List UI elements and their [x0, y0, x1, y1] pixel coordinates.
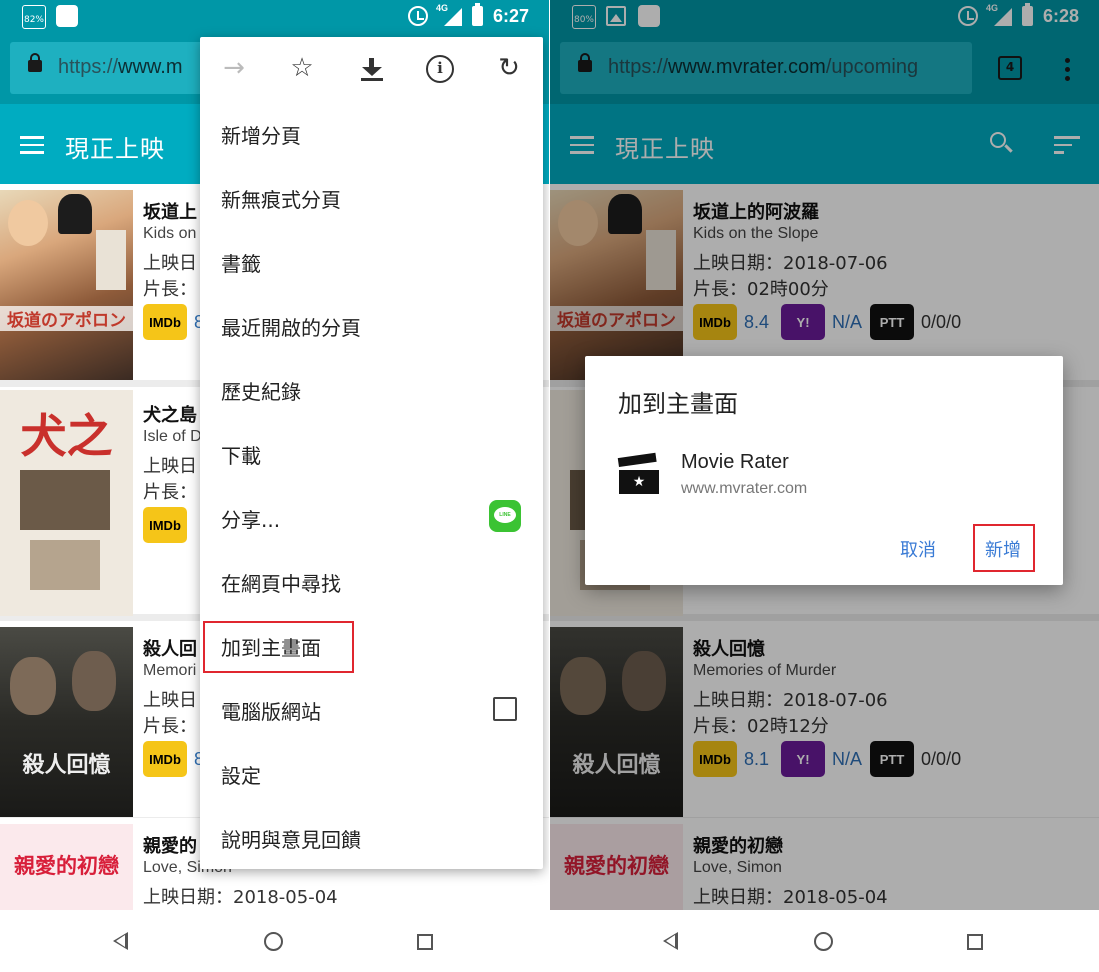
release-date: 上映日期：2018-05-04 — [143, 887, 338, 908]
back-icon[interactable] — [663, 932, 678, 950]
home-icon[interactable] — [814, 932, 833, 951]
menu-item-label: 歷史紀錄 — [221, 380, 301, 404]
movie-title: 犬之島 — [143, 405, 197, 426]
movie-poster: 殺人回憶 — [0, 627, 133, 817]
menu-item-label: 在網頁中尋找 — [221, 572, 341, 596]
menu-item-settings[interactable]: 設定 — [200, 741, 543, 805]
menu-item-label: 下載 — [221, 444, 261, 468]
menu-item-desktop-site[interactable]: 電腦版網站 — [200, 677, 543, 741]
menu-item-downloads[interactable]: 下載 — [200, 421, 543, 485]
reload-icon[interactable]: ↻ — [495, 55, 523, 83]
menu-item-label: 電腦版網站 — [221, 700, 321, 724]
menu-item-bookmarks[interactable]: 書籤 — [200, 229, 543, 293]
movie-english-title: Kids on — [143, 225, 197, 242]
release-date: 上映日 — [143, 690, 197, 711]
battery-icon — [471, 3, 483, 26]
recents-icon[interactable] — [417, 934, 433, 950]
url-scheme: https:// — [58, 56, 119, 78]
movie-poster: 坂道のアポロン — [0, 190, 133, 380]
highlight-box — [203, 621, 354, 673]
add-button[interactable]: 新增 — [985, 536, 1021, 562]
ratings-row: IMDb 8 — [143, 304, 204, 340]
battery-percent: 82% — [23, 15, 44, 25]
menu-item-help-feedback[interactable]: 說明與意見回饋 — [200, 805, 543, 869]
status-bar: 82% 4G 6:27 — [0, 0, 549, 32]
menu-icon[interactable] — [20, 136, 44, 154]
menu-item-label: 新無痕式分頁 — [221, 188, 341, 212]
menu-item-label: 新增分頁 — [221, 124, 301, 148]
runtime: 片長： — [143, 482, 197, 503]
menu-icon-row: → ☆ i ↻ — [200, 37, 543, 101]
left-screen: 82% 4G 6:27 https://www.m 現正上映 坂道のアポロン 坂… — [0, 0, 549, 972]
dialog-title: 加到主畫面 — [618, 390, 738, 418]
home-icon[interactable] — [264, 932, 283, 951]
movie-english-title: Isle of D — [143, 428, 202, 445]
poster-title: 殺人回憶 — [22, 752, 111, 778]
signal-icon: 4G — [435, 3, 462, 26]
runtime: 片長： — [143, 279, 197, 300]
movie-poster: 犬之島 — [0, 390, 133, 616]
release-date: 上映日 — [143, 456, 197, 477]
movie-title: 坂道上 — [143, 202, 197, 223]
back-icon[interactable] — [113, 932, 128, 950]
movie-title: 親愛的 — [143, 836, 197, 857]
page-title: 現正上映 — [65, 135, 165, 163]
status-right: 4G 6:27 — [407, 3, 529, 28]
imdb-badge: IMDb — [143, 741, 187, 777]
movie-poster: 親愛的初戀 — [0, 824, 133, 910]
url-text: https://www.m — [58, 56, 182, 79]
desktop-site-checkbox[interactable] — [493, 697, 517, 721]
ratings-row: IMDb — [143, 507, 187, 543]
info-icon[interactable]: i — [426, 55, 454, 83]
menu-item-history[interactable]: 歷史紀錄 — [200, 357, 543, 421]
ratings-row: IMDb 8 — [143, 741, 204, 777]
line-app-icon[interactable]: LINE — [489, 500, 521, 532]
menu-item-label: 書籤 — [221, 252, 261, 276]
browser-overflow-menu: → ☆ i ↻ 新增分頁 新無痕式分頁 書籤 最近開啟的分頁 歷史紀錄 下載 分… — [200, 37, 543, 869]
imdb-badge: IMDb — [143, 507, 187, 543]
battery-saver-icon: 82% — [22, 5, 46, 29]
line-logo-text: LINE — [494, 507, 516, 523]
recents-icon[interactable] — [967, 934, 983, 950]
runtime: 片長： — [143, 716, 197, 737]
forward-icon[interactable]: → — [220, 55, 248, 83]
movie-title: 殺人回 — [143, 639, 197, 660]
release-date: 上映日 — [143, 253, 197, 274]
url-domain: www.m — [118, 56, 183, 78]
navigation-bar — [0, 910, 549, 972]
add-to-home-dialog: 加到主畫面 ★ Movie Rater www.mvrater.com 取消 新… — [585, 356, 1063, 585]
alarm-icon — [407, 6, 428, 26]
menu-item-label: 設定 — [221, 764, 261, 788]
bookmark-star-icon[interactable]: ☆ — [288, 55, 316, 83]
menu-item-label: 說明與意見回饋 — [221, 828, 361, 852]
right-screen: 80% 4G 6:28 https://www.mvrater.com/upco… — [550, 0, 1099, 972]
poster-title: 坂道のアポロン — [0, 306, 133, 331]
imdb-badge: IMDb — [143, 304, 187, 340]
shortcut-name[interactable]: Movie Rater — [681, 451, 789, 474]
clock: 6:27 — [492, 5, 529, 26]
clapperboard-icon: ★ — [617, 452, 659, 494]
menu-item-incognito-tab[interactable]: 新無痕式分頁 — [200, 165, 543, 229]
shortcut-url: www.mvrater.com — [681, 480, 808, 497]
menu-item-find-in-page[interactable]: 在網頁中尋找 — [200, 549, 543, 613]
network-type: 4G — [435, 3, 448, 13]
menu-item-label: 最近開啟的分頁 — [221, 316, 361, 340]
cancel-button[interactable]: 取消 — [900, 536, 936, 562]
movie-english-title: Memori — [143, 662, 197, 679]
menu-item-new-tab[interactable]: 新增分頁 — [200, 101, 543, 165]
download-icon[interactable] — [358, 55, 386, 83]
menu-item-recent-tabs[interactable]: 最近開啟的分頁 — [200, 293, 543, 357]
notification-icon — [56, 5, 78, 27]
navigation-bar — [550, 910, 1099, 972]
lock-icon — [28, 53, 42, 72]
menu-item-label: 分享... — [221, 508, 281, 532]
poster-title: 親愛的初戀 — [14, 853, 119, 878]
